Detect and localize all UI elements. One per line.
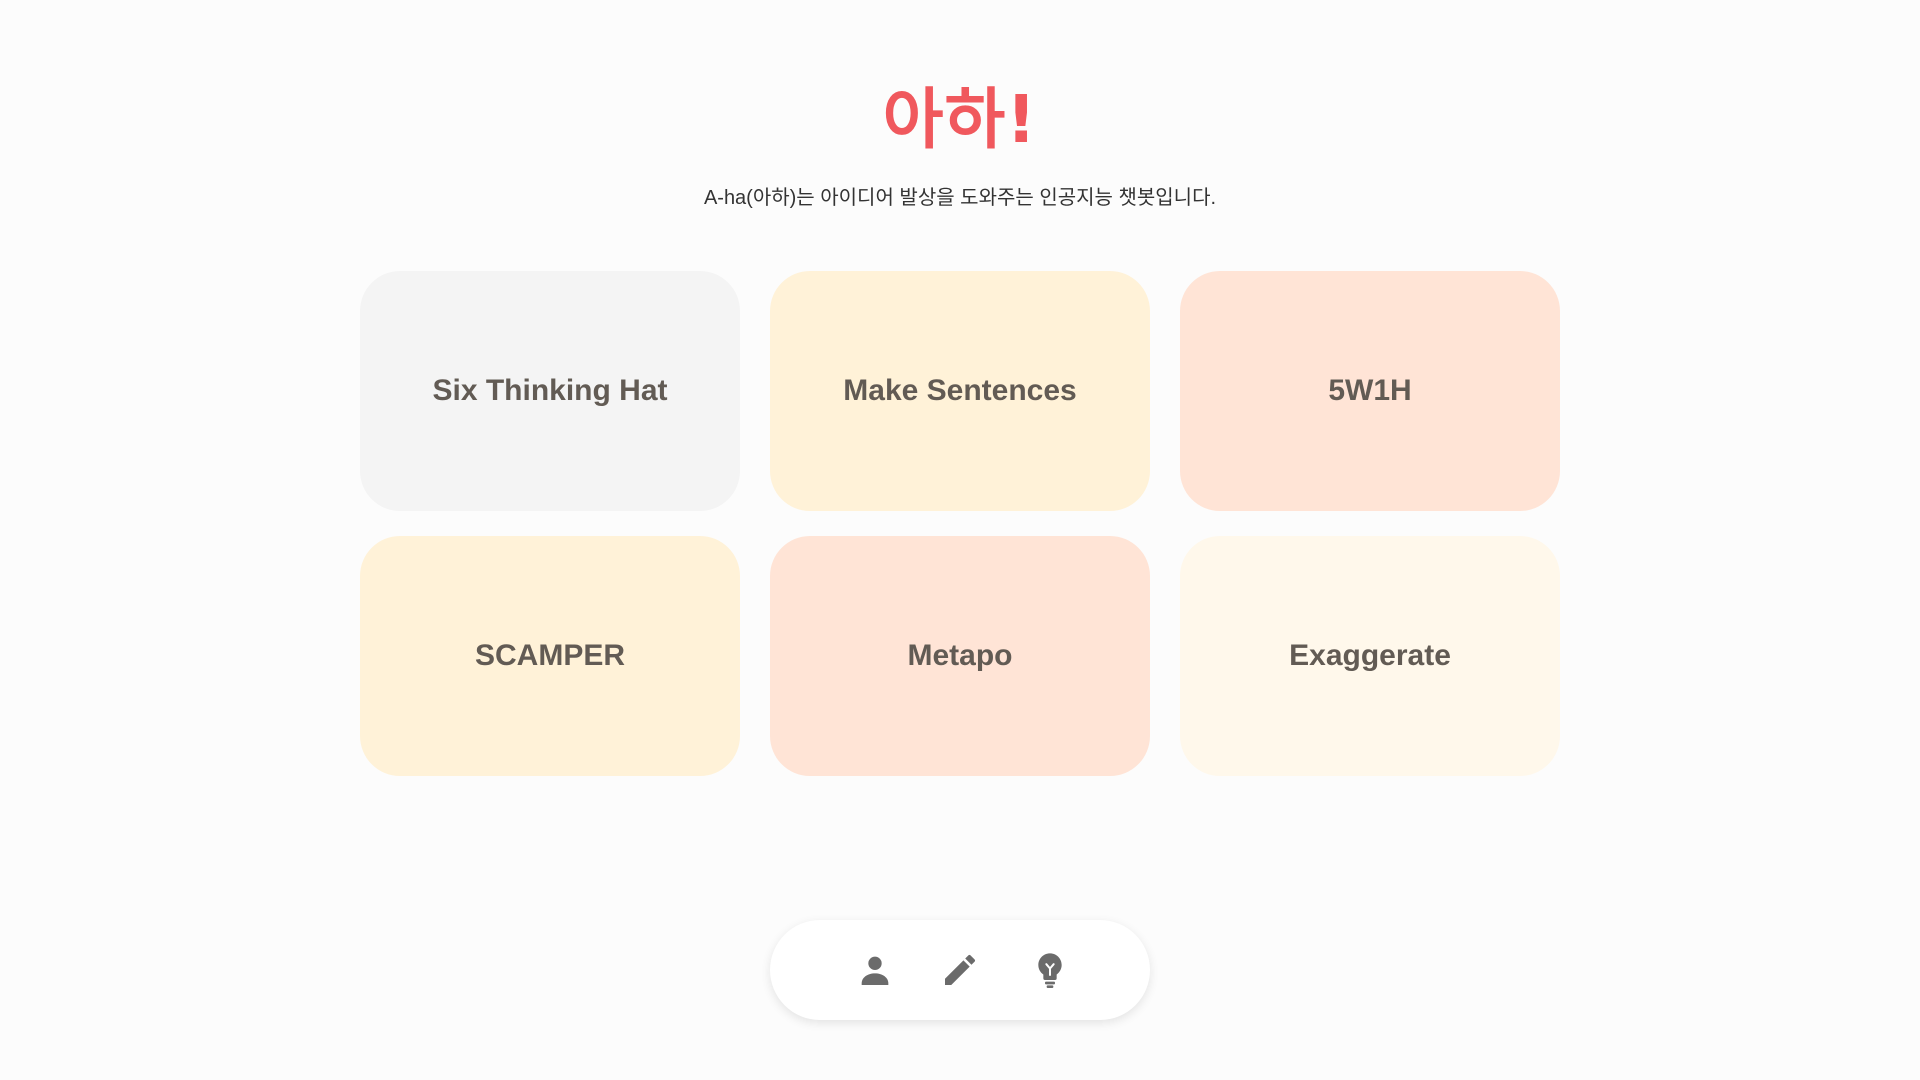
card-label: SCAMPER — [474, 639, 625, 672]
page: 아하! A-ha(아하)는 아이디어 발상을 도와주는 인공지능 챗봇입니다. … — [0, 0, 1920, 1080]
person-icon — [861, 956, 889, 985]
profile-button[interactable] — [852, 947, 898, 993]
card-exaggerate[interactable]: Exaggerate — [1180, 536, 1560, 776]
lightbulb-icon — [1038, 953, 1062, 988]
card-scamper[interactable]: SCAMPER — [360, 536, 740, 776]
card-make-sentences[interactable]: Make Sentences — [770, 271, 1150, 511]
card-label: 5W1H — [1328, 374, 1412, 407]
card-label: Metapo — [907, 639, 1013, 672]
pencil-icon — [945, 954, 976, 985]
bottom-nav — [770, 920, 1150, 1020]
card-5w1h[interactable]: 5W1H — [1180, 271, 1560, 511]
edit-button[interactable] — [937, 947, 983, 993]
card-six-thinking-hat[interactable]: Six Thinking Hat — [360, 271, 740, 511]
card-metapo[interactable]: Metapo — [770, 536, 1150, 776]
card-label: Exaggerate — [1289, 639, 1451, 672]
app-description: A-ha(아하)는 아이디어 발상을 도와주는 인공지능 챗봇입니다. — [703, 187, 1217, 209]
app-title: 아하! — [882, 81, 1038, 158]
card-label: Six Thinking Hat — [432, 374, 668, 407]
technique-grid: Six Thinking Hat Make Sentences 5W1H SCA… — [360, 271, 1560, 776]
card-label: Make Sentences — [843, 374, 1077, 407]
idea-button[interactable] — [1027, 947, 1073, 993]
